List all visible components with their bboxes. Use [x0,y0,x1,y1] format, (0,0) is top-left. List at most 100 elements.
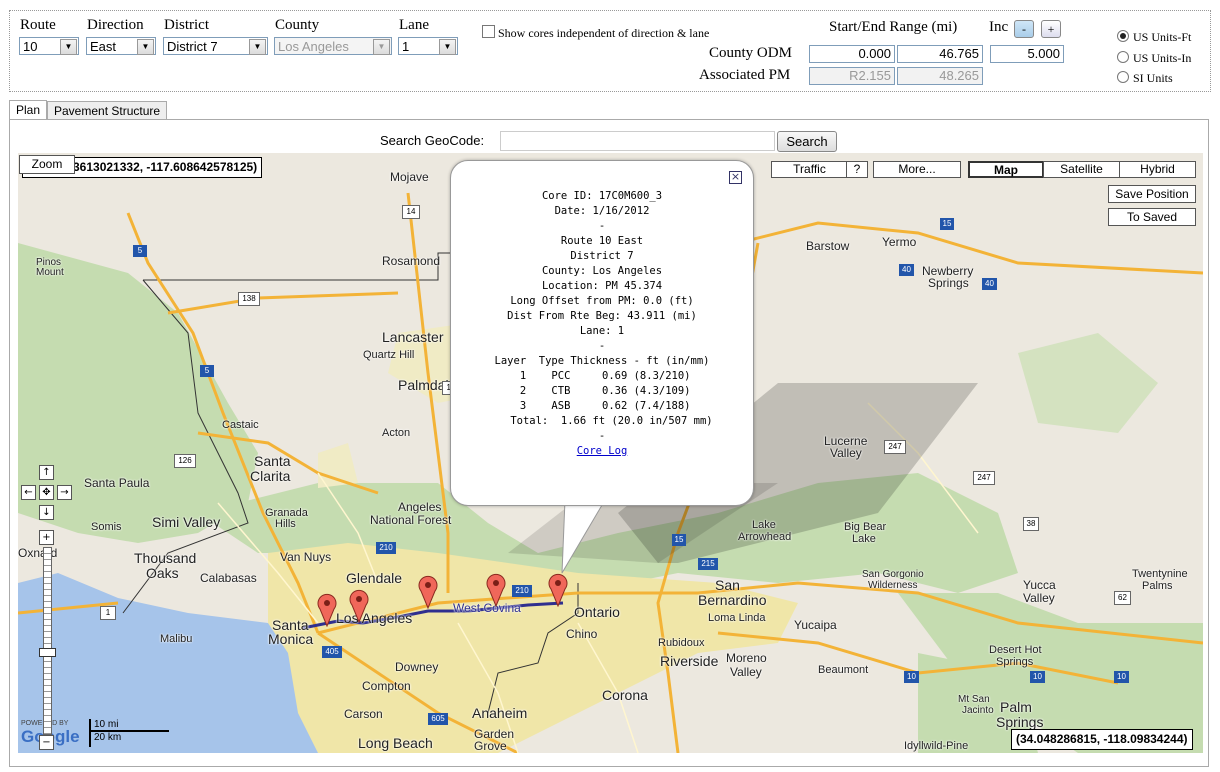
unit-option-us-in[interactable]: US Units-In [1117,51,1191,66]
map-town-label: Corona [602,687,648,703]
map-town-label: Quartz Hill [363,349,415,361]
map-town-label: Van Nuys [280,550,332,564]
map-town-label: Desert Hot [989,644,1042,656]
map-town-label: San [715,577,740,593]
search-button[interactable]: Search [777,131,837,152]
start-pm-field: R2.155 [809,67,895,85]
map-town-label: Acton [382,427,411,439]
radio-icon[interactable] [1117,71,1129,83]
radio-icon[interactable] [1117,51,1129,63]
core-marker-icon[interactable] [418,575,438,609]
popup-line: County: Los Angeles [541,265,663,277]
popup-line: Date: 1/16/2012 [554,205,650,217]
county-value: Los Angeles [278,39,349,54]
radio-selected-icon[interactable] [1117,30,1129,42]
map-town-label: Downey [395,660,439,674]
map-town-label: Arrowhead [738,531,792,543]
traffic-button[interactable]: Traffic [771,161,848,178]
range-header: Start/End Range (mi) [829,19,958,35]
map-town-label: Barstow [806,239,850,253]
increment-button[interactable]: + [1041,20,1061,38]
tab-pavement-structure[interactable]: Pavement Structure [47,101,168,120]
pan-center-button[interactable]: ✥ [39,485,54,500]
map-town-label: Thousand [134,550,197,566]
map-town-label: Valley [730,665,762,679]
pan-down-button[interactable]: ↓ [39,505,54,520]
scale-bar: 10 mi 20 km [89,719,169,747]
county-label: County [275,17,320,33]
zoom-out-button[interactable]: − [39,735,54,750]
tab-plan[interactable]: Plan [9,100,48,120]
independent-checkbox-row[interactable]: Show cores independent of direction & la… [482,25,709,41]
start-odm-input[interactable]: 0.000 [809,45,895,63]
popup-line: Long Offset from PM: 0.0 (ft) [510,295,694,307]
map-town-label: Hills [275,518,296,530]
chevron-down-icon: ▼ [60,39,77,55]
more-button[interactable]: More... [873,161,961,178]
route-5-shield: 5 [200,365,214,377]
map-type-satellite-button[interactable]: Satellite [1043,161,1120,178]
popup-line: 1 PCC 0.69 (8.3/210) [507,370,697,382]
route-126-shield: 126 [174,454,196,468]
route-15-shield: 15 [672,534,686,546]
map-town-label: Valley [1023,591,1055,605]
map-town-label: Springs [996,656,1034,668]
map-town-label: Twentynine [1132,568,1188,580]
map-town-label: Castaic [222,419,259,431]
zoom-slider-track[interactable] [43,547,52,735]
route-38-shield: 38 [1023,517,1039,531]
map-town-label: San Gorgonio [862,569,924,580]
core-marker-icon[interactable] [317,593,337,627]
route-605-shield: 605 [428,713,448,725]
search-input[interactable] [500,131,775,151]
zoom-slider-handle[interactable] [39,648,56,657]
core-marker-icon[interactable] [548,573,568,607]
pan-left-button[interactable]: ← [21,485,36,500]
map-town-label: Idyllwild-Pine [904,740,969,752]
county-select[interactable]: Los Angeles ▼ [274,37,392,55]
route-10-shield: 10 [1030,671,1045,683]
direction-select[interactable]: East ▼ [86,37,156,55]
popup-line: - [598,340,606,352]
popup-line: Dist From Rte Beg: 43.911 (mi) [507,310,697,322]
lane-select[interactable]: 1 ▼ [398,37,458,55]
popup-line: - [598,220,606,232]
map-town-label: Valley [830,446,862,460]
inc-input[interactable]: 5.000 [990,45,1064,63]
end-odm-input[interactable]: 46.765 [897,45,983,63]
unit-option-si[interactable]: SI Units [1117,71,1173,86]
decrement-button[interactable]: - [1014,20,1034,38]
map-type-hybrid-button[interactable]: Hybrid [1119,161,1196,178]
traffic-help-button[interactable]: ? [846,161,868,178]
route-40-shield: 40 [899,264,914,276]
district-select[interactable]: District 7 ▼ [163,37,268,55]
independent-checkbox[interactable] [482,25,495,38]
pan-up-button[interactable]: ↑ [39,465,54,480]
route-10-shield: 10 [904,671,919,683]
core-log-link[interactable]: Core Log [577,445,628,457]
county-odm-label: County ODM [709,45,792,61]
core-info-popup: × Core ID: 17C0M600_3 Date: 1/16/2012 - Rou… [450,160,754,506]
popup-body: Core ID: 17C0M600_3 Date: 1/16/2012 - Route… [451,189,753,459]
save-position-button[interactable]: Save Position [1108,185,1196,203]
route-select[interactable]: 10 ▼ [19,37,79,55]
direction-value: East [90,39,117,54]
map-town-label: Simi Valley [152,514,221,530]
map-town-label: Glendale [346,570,403,586]
to-saved-button[interactable]: To Saved [1108,208,1196,226]
unit-option-us-ft[interactable]: US Units-Ft [1117,30,1191,45]
core-marker-icon[interactable] [486,573,506,607]
zoom-button[interactable]: Zoom [19,155,75,174]
core-marker-icon[interactable] [349,589,369,623]
popup-line: Route 10 East [560,235,644,247]
route-62-shield: 62 [1114,591,1131,605]
map-town-label: Santa [254,453,291,469]
map-town-label: Anaheim [472,705,528,721]
close-icon[interactable]: × [729,171,742,184]
lane-label: Lane [399,17,429,33]
route-value: 10 [23,39,38,54]
map-town-label: Malibu [160,633,193,645]
map-type-map-button[interactable]: Map [968,161,1044,178]
pan-right-button[interactable]: → [57,485,72,500]
zoom-in-button[interactable]: + [39,530,54,545]
